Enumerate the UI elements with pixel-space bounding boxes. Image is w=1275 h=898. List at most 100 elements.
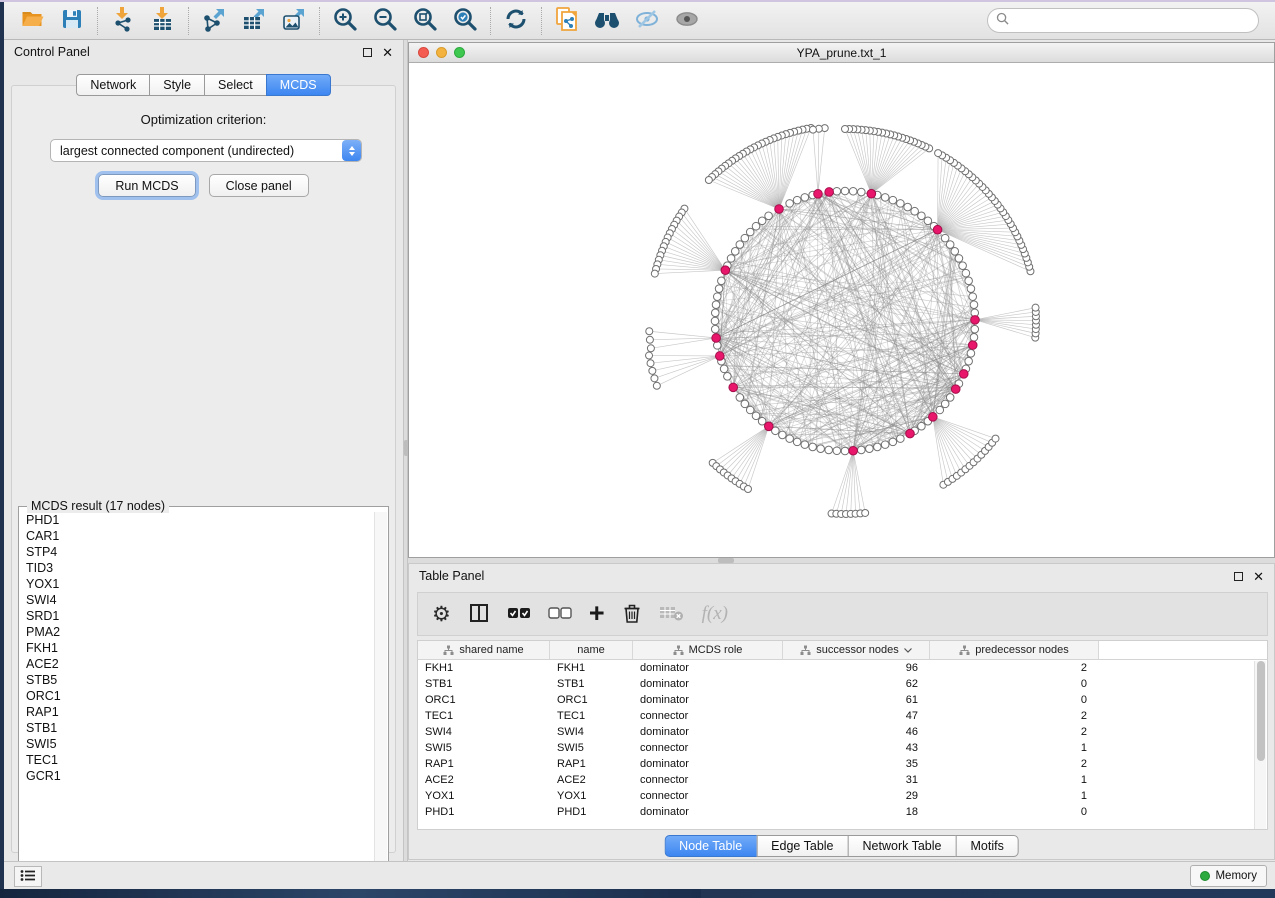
close-panel-icon[interactable]: ✕: [382, 46, 393, 59]
zoom-in-button[interactable]: [325, 4, 365, 38]
close-panel-button[interactable]: Close panel: [209, 174, 309, 197]
table-row[interactable]: TEC1TEC1connector472: [418, 708, 1267, 724]
mcds-result-item[interactable]: SWI5: [19, 736, 374, 752]
select-all-columns-button[interactable]: [507, 599, 531, 629]
mcds-node[interactable]: [867, 189, 876, 198]
refresh-button[interactable]: [496, 4, 536, 38]
show-all-button[interactable]: [667, 4, 707, 38]
table-row[interactable]: ORC1ORC1dominator610: [418, 692, 1267, 708]
table-settings-button[interactable]: ⚙: [432, 599, 451, 629]
mcds-node[interactable]: [906, 429, 915, 438]
mcds-node[interactable]: [971, 316, 980, 325]
function-builder-button[interactable]: f(x): [702, 599, 728, 629]
tab-edge-table[interactable]: Edge Table: [756, 835, 847, 857]
tab-motifs[interactable]: Motifs: [955, 835, 1018, 857]
mcds-result-item[interactable]: TEC1: [19, 752, 374, 768]
duplicate-network-button[interactable]: [547, 4, 587, 38]
mcds-list-scrollbar[interactable]: [375, 512, 387, 874]
mcds-result-item[interactable]: ACE2: [19, 656, 374, 672]
column-header-predecessor-nodes[interactable]: predecessor nodes: [930, 641, 1099, 659]
mcds-result-item[interactable]: GCR1: [19, 768, 374, 784]
column-header-MCDS-role[interactable]: MCDS role: [633, 641, 783, 659]
close-panel-icon[interactable]: ✕: [1253, 570, 1264, 583]
mcds-result-item[interactable]: STB5: [19, 672, 374, 688]
search-binoculars-button[interactable]: [587, 4, 627, 38]
tab-network-table[interactable]: Network Table: [848, 835, 956, 857]
export-network-button[interactable]: [194, 4, 234, 38]
open-file-button[interactable]: [12, 4, 52, 38]
table-scrollbar-thumb[interactable]: [1257, 661, 1265, 761]
deselect-all-columns-button[interactable]: [548, 599, 572, 629]
save-session-button[interactable]: [52, 4, 92, 38]
mcds-result-item[interactable]: CAR1: [19, 528, 374, 544]
hide-selected-button[interactable]: [627, 4, 667, 38]
mcds-node[interactable]: [933, 225, 942, 234]
mcds-node[interactable]: [775, 205, 784, 214]
column-label: predecessor nodes: [975, 644, 1069, 656]
close-window-icon[interactable]: [418, 47, 429, 58]
tab-style[interactable]: Style: [149, 74, 204, 96]
mcds-result-item[interactable]: YOX1: [19, 576, 374, 592]
float-panel-icon[interactable]: [1234, 572, 1243, 581]
export-table-button[interactable]: [234, 4, 274, 38]
mcds-result-item[interactable]: STP4: [19, 544, 374, 560]
mcds-node[interactable]: [951, 385, 960, 394]
mcds-node[interactable]: [929, 413, 938, 422]
run-mcds-button[interactable]: Run MCDS: [98, 174, 195, 197]
mcds-result-item[interactable]: RAP1: [19, 704, 374, 720]
mcds-node[interactable]: [825, 188, 834, 197]
mcds-node[interactable]: [849, 446, 858, 455]
mcds-node[interactable]: [729, 383, 738, 392]
search-input[interactable]: [1015, 14, 1250, 28]
tab-select[interactable]: Select: [204, 74, 266, 96]
show-columns-button[interactable]: [468, 599, 490, 629]
table-row[interactable]: PHD1PHD1dominator180: [418, 804, 1267, 820]
mcds-result-item[interactable]: ORC1: [19, 688, 374, 704]
delete-column-button[interactable]: [622, 599, 642, 629]
optimization-select[interactable]: largest connected component (undirected): [50, 139, 362, 162]
table-row[interactable]: SWI4SWI4dominator462: [418, 724, 1267, 740]
zoom-out-button[interactable]: [365, 4, 405, 38]
mcds-node[interactable]: [764, 422, 773, 431]
table-row[interactable]: ACE2ACE2connector311: [418, 772, 1267, 788]
zoom-fit-button[interactable]: [405, 4, 445, 38]
mcds-result-item[interactable]: STB1: [19, 720, 374, 736]
table-scrollbar[interactable]: [1254, 661, 1266, 829]
network-window-titlebar[interactable]: YPA_prune.txt_1: [409, 43, 1274, 63]
mcds-node[interactable]: [712, 334, 721, 343]
table-row[interactable]: FKH1FKH1dominator962: [418, 660, 1267, 676]
mcds-node[interactable]: [721, 266, 730, 275]
maximize-window-icon[interactable]: [454, 47, 465, 58]
mcds-result-item[interactable]: SWI4: [19, 592, 374, 608]
mcds-result-item[interactable]: SRD1: [19, 608, 374, 624]
mcds-result-item[interactable]: PHD1: [19, 512, 374, 528]
delete-table-button[interactable]: [659, 599, 685, 629]
memory-button[interactable]: Memory: [1190, 865, 1267, 887]
create-column-button[interactable]: +: [589, 599, 605, 629]
column-header-successor-nodes[interactable]: successor nodes: [783, 641, 930, 659]
table-row[interactable]: SWI5SWI5connector431: [418, 740, 1267, 756]
mcds-node[interactable]: [814, 190, 823, 199]
table-row[interactable]: YOX1YOX1connector291: [418, 788, 1267, 804]
mcds-node[interactable]: [959, 370, 968, 379]
mcds-node[interactable]: [715, 352, 724, 361]
network-canvas[interactable]: [409, 63, 1274, 557]
column-header-name[interactable]: name: [550, 641, 633, 659]
mcds-result-item[interactable]: TID3: [19, 560, 374, 576]
import-table-button[interactable]: [143, 4, 183, 38]
float-panel-icon[interactable]: [363, 48, 372, 57]
mcds-node[interactable]: [968, 341, 977, 350]
tab-network[interactable]: Network: [76, 74, 149, 96]
table-row[interactable]: STB1STB1dominator620: [418, 676, 1267, 692]
tab-mcds[interactable]: MCDS: [266, 74, 331, 96]
mcds-result-item[interactable]: PMA2: [19, 624, 374, 640]
column-header-shared-name[interactable]: shared name: [418, 641, 550, 659]
tab-node-table[interactable]: Node Table: [664, 835, 756, 857]
task-history-button[interactable]: [14, 866, 42, 887]
import-network-button[interactable]: [103, 4, 143, 38]
export-image-button[interactable]: [274, 4, 314, 38]
mcds-result-item[interactable]: FKH1: [19, 640, 374, 656]
table-row[interactable]: RAP1RAP1dominator352: [418, 756, 1267, 772]
zoom-selected-button[interactable]: [445, 4, 485, 38]
minimize-window-icon[interactable]: [436, 47, 447, 58]
